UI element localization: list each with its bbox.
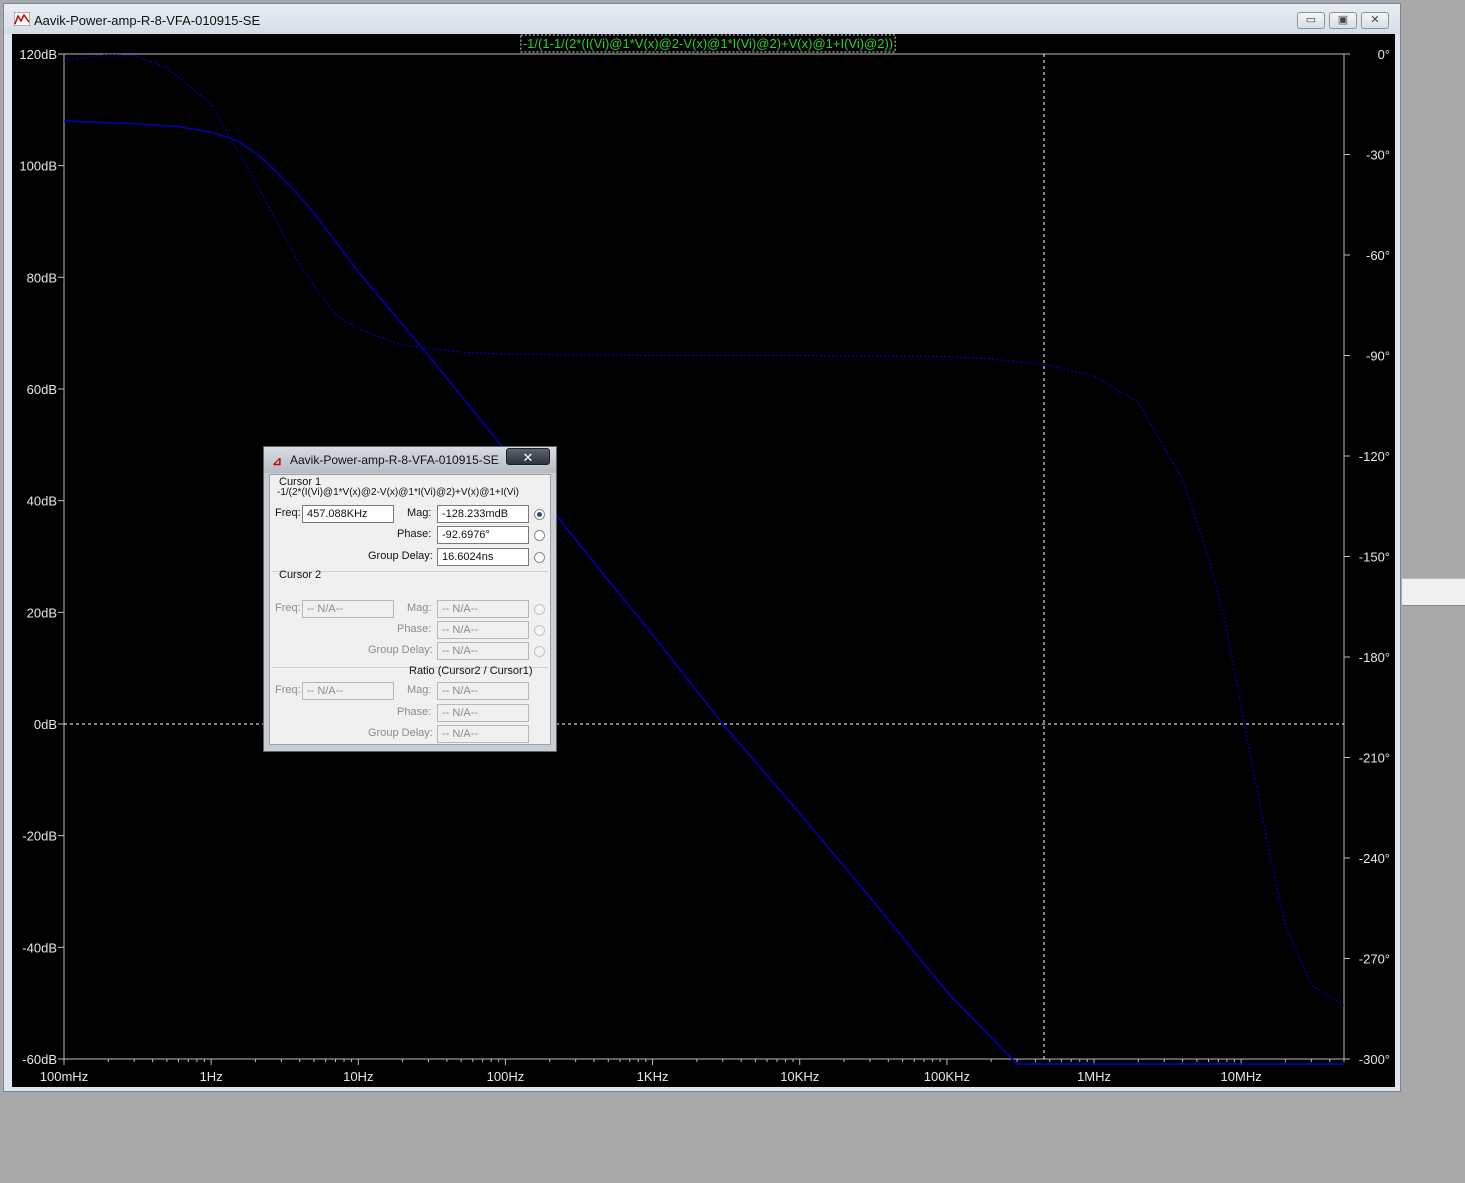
- x-tick-label: 1MHz: [1077, 1069, 1111, 1084]
- cursor2-group-delay-radio[interactable]: [534, 646, 545, 657]
- plot-frame: [63, 53, 1345, 1060]
- window-titlebar[interactable]: Aavik-Power-amp-R-8-VFA-010915-SE ▭ ▣ ✕: [4, 4, 1400, 34]
- cursor2-freq-field[interactable]: -- N/A--: [302, 600, 394, 618]
- y-tick-label-db: -60dB: [22, 1052, 57, 1067]
- x-tick-label: 100KHz: [924, 1069, 970, 1084]
- ratio-mag-label: Mag:: [407, 684, 432, 696]
- x-tick-label: 10Hz: [343, 1069, 373, 1084]
- y-tick-label-db: 0dB: [34, 717, 57, 732]
- plot-axes: 120dB 100dB 80dB 60dB 40dB 20dB 0dB -20dB -40dB -…: [19, 47, 1390, 1084]
- cursor1-freq-field[interactable]: 457.088KHz: [302, 505, 394, 523]
- y-tick-label-db: 20dB: [27, 605, 57, 620]
- y-tick-label-db: 60dB: [27, 382, 57, 397]
- y-tick-label-phase: -210°: [1359, 751, 1390, 766]
- y-tick-label-phase: -180°: [1359, 650, 1390, 665]
- plot-cursors[interactable]: [64, 54, 1344, 1059]
- y-tick-label-phase: -150°: [1359, 550, 1390, 565]
- close-button[interactable]: ✕: [1361, 12, 1389, 29]
- y-tick-label-phase: -90°: [1366, 349, 1390, 364]
- y-tick-label-phase: -240°: [1359, 851, 1390, 866]
- bode-plot[interactable]: 120dB 100dB 80dB 60dB 40dB 20dB 0dB -20dB -40dB -…: [12, 34, 1395, 1087]
- plot-pane[interactable]: 120dB 100dB 80dB 60dB 40dB 20dB 0dB -20dB -40dB -…: [12, 34, 1395, 1087]
- y-tick-label-db: -20dB: [22, 829, 57, 844]
- magnitude-trace: [64, 120, 1344, 1065]
- window-title: Aavik-Power-amp-R-8-VFA-010915-SE: [34, 13, 261, 28]
- dialog-titlebar[interactable]: ⊿ Aavik-Power-amp-R-8-VFA-010915-SE ✕: [264, 447, 556, 473]
- cursor2-mag-label: Mag:: [407, 602, 432, 614]
- y-tick-label-phase: -30°: [1366, 148, 1390, 163]
- cursor1-phase-radio[interactable]: [534, 530, 545, 541]
- ratio-mag-field[interactable]: -- N/A--: [437, 682, 529, 700]
- phase-trace: [64, 54, 1344, 1006]
- y-tick-label-phase: -270°: [1359, 952, 1390, 967]
- cursor1-group-delay-radio[interactable]: [534, 552, 545, 563]
- x-tick-label: 10MHz: [1221, 1069, 1262, 1084]
- plot-window: Aavik-Power-amp-R-8-VFA-010915-SE ▭ ▣ ✕ …: [3, 3, 1401, 1092]
- dialog-title: Aavik-Power-amp-R-8-VFA-010915-SE: [290, 453, 499, 467]
- y-tick-label-phase: 0°: [1378, 47, 1390, 62]
- y-tick-label-phase: -300°: [1359, 1052, 1390, 1067]
- trace-label-text[interactable]: -1/(1-1/(2*(I(Vi)@1*V(x)@2-V(x)@1*I(Vi)@…: [523, 36, 893, 51]
- cursor1-mag-radio[interactable]: [534, 509, 545, 520]
- cursor1-group-delay-field[interactable]: 16.6024ns: [437, 548, 529, 566]
- ratio-phase-field[interactable]: -- N/A--: [437, 704, 529, 722]
- cursor2-mag-field[interactable]: -- N/A--: [437, 600, 529, 618]
- cursor1-mag-label: Mag:: [407, 507, 432, 519]
- cursor2-phase-field[interactable]: -- N/A--: [437, 621, 529, 639]
- x-tick-label: 1Hz: [200, 1069, 223, 1084]
- ratio-phase-label: Phase:: [397, 706, 432, 718]
- ratio-group-delay-label: Group Delay:: [368, 727, 433, 739]
- cursor1-phase-label: Phase:: [397, 528, 432, 540]
- x-tick-label: 10KHz: [780, 1069, 819, 1084]
- minimize-button[interactable]: ▭: [1297, 12, 1325, 29]
- y-tick-label-phase: -120°: [1359, 449, 1390, 464]
- cursor-dialog: ⊿ Aavik-Power-amp-R-8-VFA-010915-SE ✕ Cu…: [263, 446, 557, 752]
- cursor2-group-delay-field[interactable]: -- N/A--: [437, 642, 529, 660]
- ratio-group-delay-field[interactable]: -- N/A--: [437, 725, 529, 743]
- cursor1-expression: -1/(2*(I(Vi)@1*V(x)@2-V(x)@1*I(Vi)@2)+V(…: [277, 487, 519, 498]
- cursor1-phase-field[interactable]: -92.6976°: [437, 526, 529, 544]
- ratio-heading: Ratio (Cursor2 / Cursor1): [409, 665, 533, 677]
- cursor2-heading: Cursor 2: [279, 569, 322, 581]
- ltspice-icon: ⊿: [272, 454, 283, 468]
- x-tick-label: 1KHz: [637, 1069, 669, 1084]
- cursor2-group-delay-label: Group Delay:: [368, 644, 433, 656]
- y-tick-label-phase: -60°: [1366, 248, 1390, 263]
- y-tick-label-db: 120dB: [19, 47, 57, 62]
- x-tick-label: 100Hz: [487, 1069, 525, 1084]
- dialog-body: Cursor 1 -1/(2*(I(Vi)@1*V(x)@2-V(x)@1*I(…: [269, 474, 551, 745]
- cursor2-mag-radio[interactable]: [534, 604, 545, 615]
- y-tick-label-db: -40dB: [22, 940, 57, 955]
- cursor2-phase-label: Phase:: [397, 623, 432, 635]
- x-tick-label: 100mHz: [40, 1069, 88, 1084]
- y-tick-label-db: 100dB: [19, 159, 57, 174]
- waveform-app-icon: [14, 12, 30, 26]
- y-tick-label-db: 80dB: [27, 270, 57, 285]
- ratio-freq-field[interactable]: -- N/A--: [302, 682, 394, 700]
- cursor1-mag-field[interactable]: -128.233mdB: [437, 505, 529, 523]
- trace-label[interactable]: -1/(1-1/(2*(I(Vi)@1*V(x)@2-V(x)@1*I(Vi)@…: [520, 34, 896, 53]
- background-window-edge: [1402, 578, 1465, 606]
- cursor1-group-delay-label: Group Delay:: [368, 550, 433, 562]
- cursor1-freq-label: Freq:: [275, 507, 301, 519]
- maximize-button[interactable]: ▣: [1329, 12, 1357, 29]
- y-tick-label-db: 40dB: [27, 494, 57, 509]
- ratio-freq-label: Freq:: [275, 684, 301, 696]
- plot-traces: [64, 54, 1344, 1065]
- cursor2-freq-label: Freq:: [275, 602, 301, 614]
- dialog-close-button[interactable]: ✕: [506, 448, 550, 465]
- cursor2-phase-radio[interactable]: [534, 625, 545, 636]
